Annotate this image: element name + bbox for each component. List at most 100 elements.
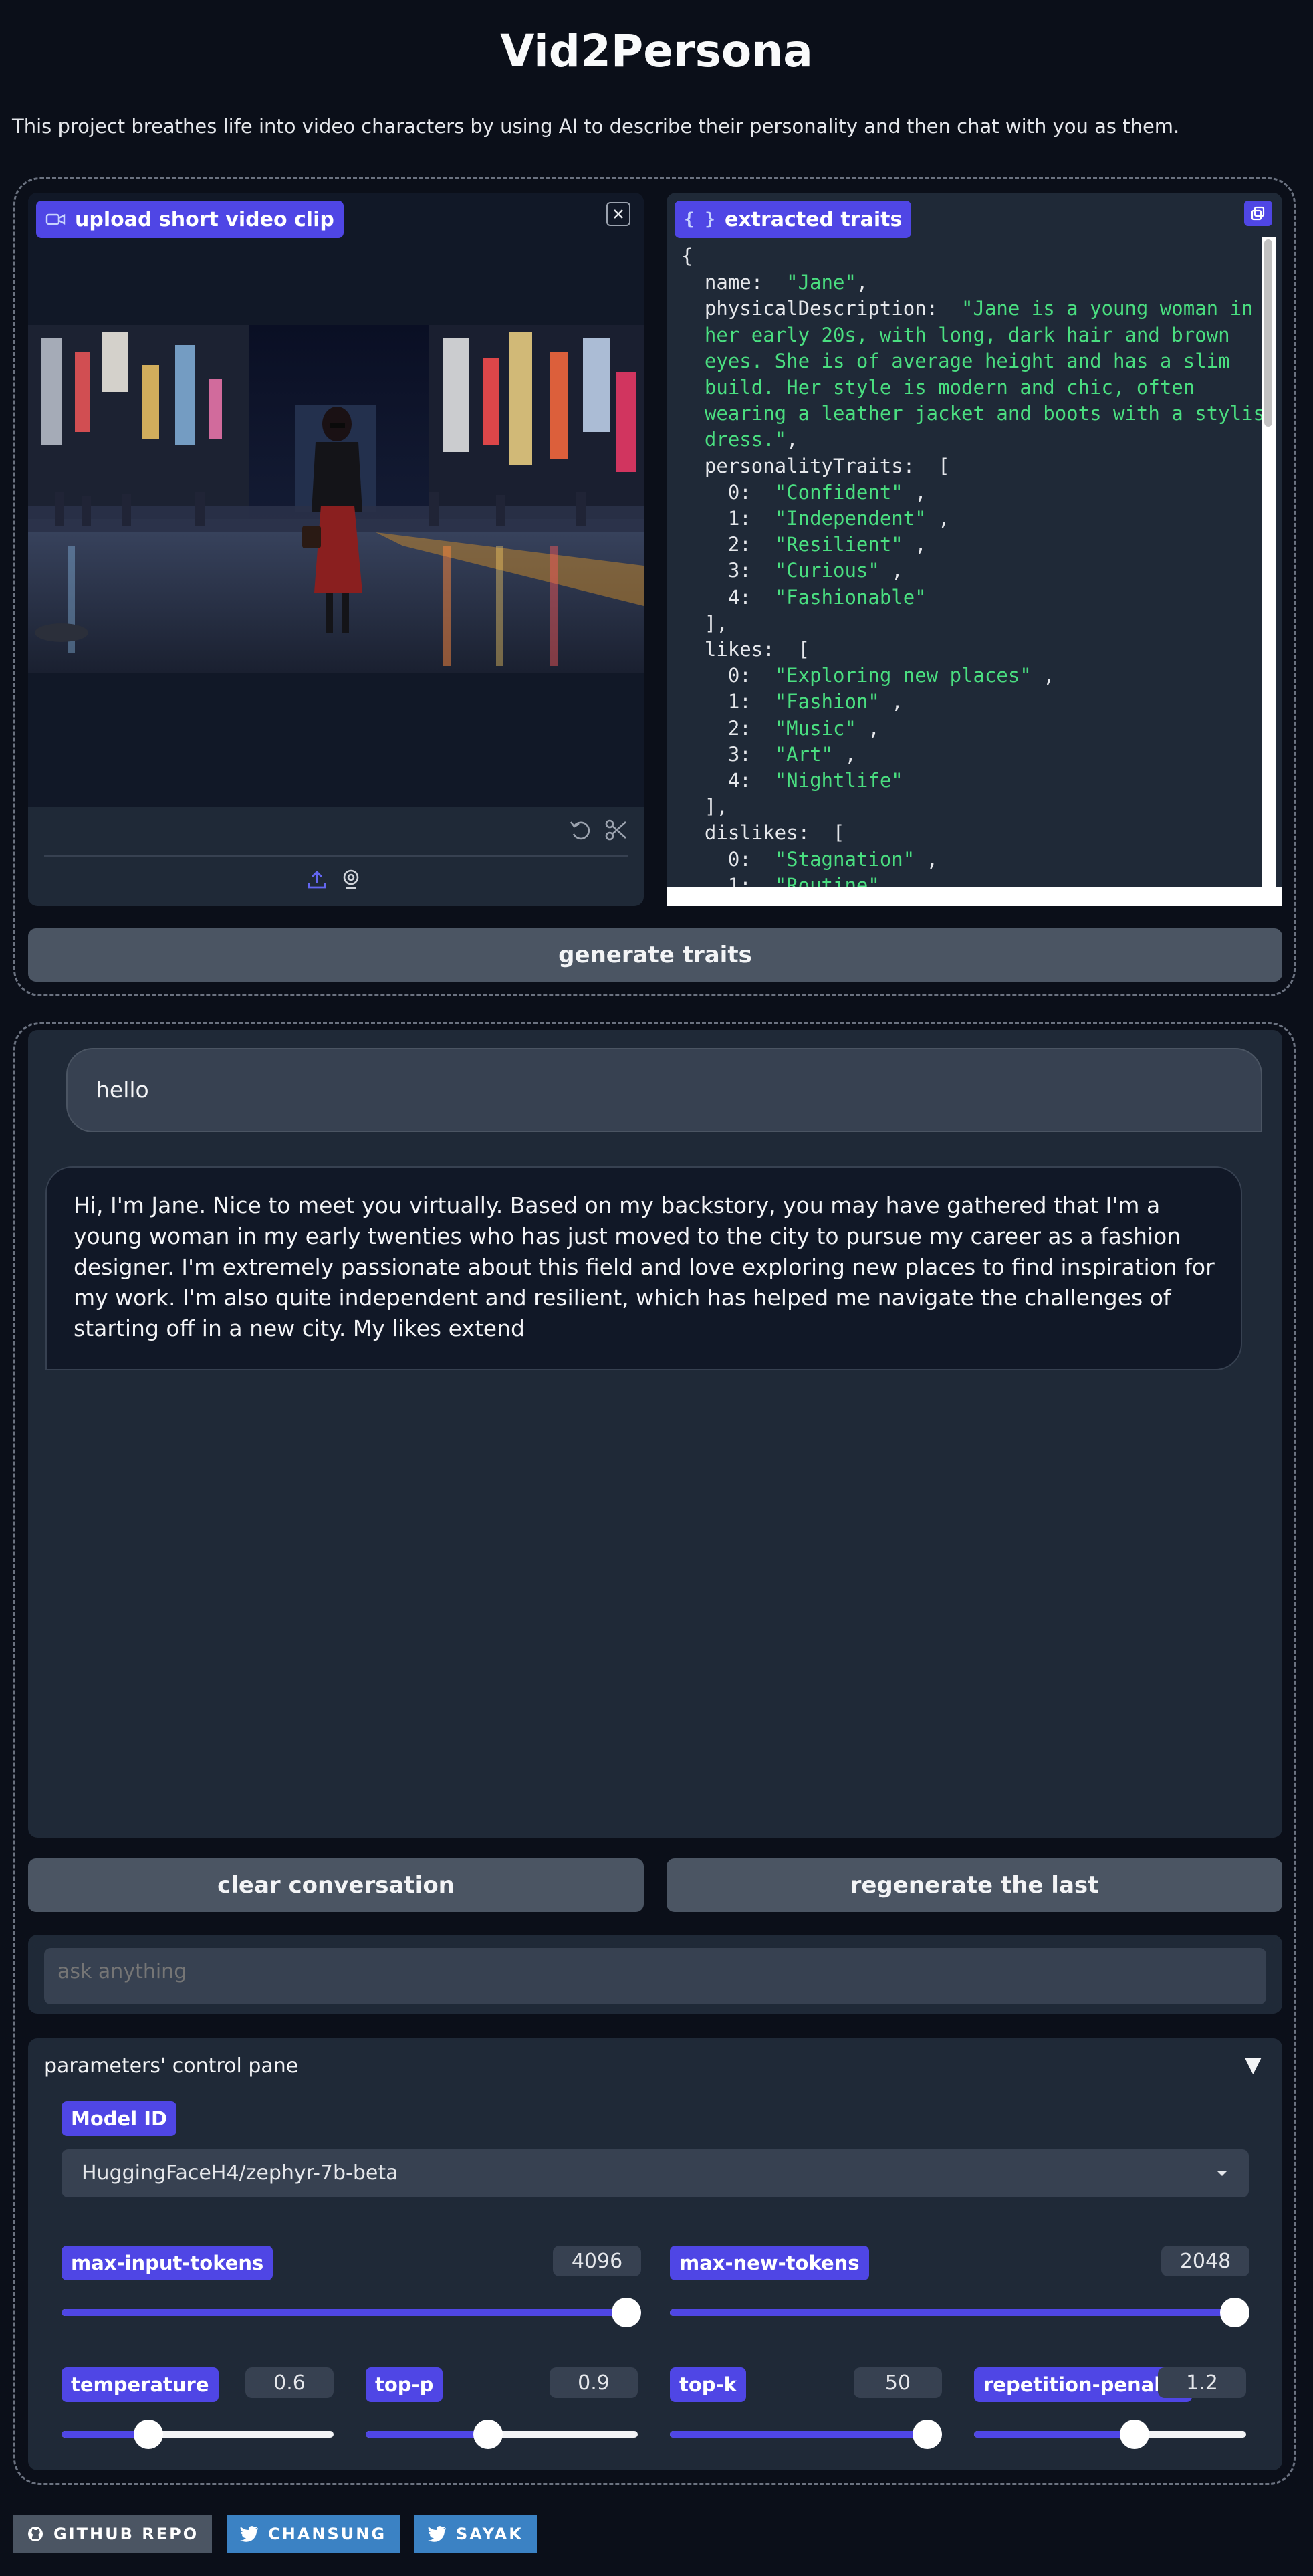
badge-label: GITHUB REPO [53, 2525, 199, 2543]
page-title: Vid2Persona [500, 25, 813, 77]
copy-icon[interactable] [1244, 201, 1272, 226]
json-key: , [879, 559, 903, 582]
traits-panel-label-text: extracted traits [724, 207, 903, 231]
badge-label: CHANSUNG [268, 2525, 387, 2543]
slider-label: top-k [670, 2367, 746, 2402]
footer: GITHUB REPO CHANSUNG SAYAK [13, 2515, 537, 2553]
json-key: ], [681, 611, 728, 635]
json-key: 4: [681, 769, 775, 792]
slider-track[interactable] [670, 2298, 1249, 2327]
slider-number-input[interactable]: 1.2 [1158, 2367, 1246, 2398]
json-viewer[interactable]: { name: "Jane", physicalDescription: "Ja… [667, 239, 1282, 906]
json-key: 2: [681, 716, 775, 740]
slider-thumb[interactable] [612, 2298, 641, 2327]
video-camera-icon [45, 213, 66, 225]
json-key: , [856, 271, 868, 294]
slider-label: max-new-tokens [670, 2246, 869, 2280]
twitter-icon [428, 2526, 447, 2542]
json-line: 2: "Resilient" , [681, 532, 1276, 558]
model-id-label: Model ID [62, 2101, 177, 2136]
json-key: , [879, 690, 903, 714]
json-string: dress." [681, 428, 787, 451]
json-key: 4: [681, 585, 775, 609]
slider-track[interactable] [366, 2420, 638, 2449]
chatbot-panel: hello Hi, I'm Jane. Nice to meet you vir… [28, 1030, 1282, 1838]
model-id-value: HuggingFaceH4/zephyr-7b-beta [82, 2161, 398, 2185]
json-key: , [833, 742, 856, 766]
json-line: dislikes: [ [681, 820, 1276, 846]
slider-number-input[interactable]: 2048 [1161, 2246, 1249, 2276]
json-string: her early 20s, with long, dark hair and … [681, 323, 1230, 346]
json-key: 0: [681, 480, 775, 504]
slider-number-input[interactable]: 50 [854, 2367, 942, 2398]
json-string: "Music" [774, 716, 856, 740]
json-line: likes: [ [681, 637, 1276, 663]
slider-thumb[interactable] [1120, 2420, 1150, 2449]
json-key: 3: [681, 742, 775, 766]
slider-fill [366, 2431, 489, 2438]
json-key: 1: [681, 690, 775, 714]
slider-fill [670, 2431, 931, 2438]
braces-icon: { } [684, 209, 715, 229]
json-code: { name: "Jane", physicalDescription: "Ja… [681, 243, 1276, 899]
json-scrollbar[interactable] [1262, 237, 1276, 887]
badge-github-repo[interactable]: GITHUB REPO [13, 2515, 213, 2553]
slider-track[interactable] [974, 2420, 1246, 2449]
slider-thumb[interactable] [913, 2420, 942, 2449]
slider-number-input[interactable]: 4096 [553, 2246, 641, 2276]
json-key: , [856, 716, 880, 740]
chat-input[interactable] [44, 1948, 1266, 2004]
json-string: "Curious" [774, 559, 880, 582]
badge-label: SAYAK [456, 2525, 523, 2543]
model-id-label-text: Model ID [71, 2107, 168, 2130]
json-string: "Exploring new places" [774, 664, 1032, 687]
slider-repetition-penalty: repetition-penalty 1.2 [974, 2367, 1246, 2449]
slider-number-input[interactable]: 0.9 [550, 2367, 638, 2398]
slider-thumb[interactable] [473, 2420, 503, 2449]
slider-label: top-p [366, 2367, 443, 2402]
model-id-select[interactable]: HuggingFaceH4/zephyr-7b-beta [62, 2149, 1249, 2197]
undo-icon[interactable] [568, 818, 592, 845]
video-frame[interactable] [28, 325, 644, 673]
json-string: "Jane" [786, 271, 856, 294]
json-string: "Stagnation" [774, 847, 915, 871]
json-key: , [926, 507, 950, 530]
github-icon [27, 2525, 44, 2543]
json-line: 3: "Art" , [681, 742, 1276, 768]
slider-track[interactable] [670, 2420, 942, 2449]
scissors-icon[interactable] [604, 818, 628, 845]
json-key: physicalDescription: [681, 297, 962, 320]
parameters-pane-title[interactable]: parameters' control pane [44, 2054, 298, 2078]
parameters-pane: parameters' control pane ▼ Model ID Hugg… [28, 2038, 1282, 2470]
slider-thumb[interactable] [1220, 2298, 1249, 2327]
slider-thumb[interactable] [134, 2420, 164, 2449]
upload-icon[interactable] [306, 868, 328, 893]
slider-label: max-input-tokens [62, 2246, 273, 2280]
regenerate-button[interactable]: regenerate the last [667, 1858, 1282, 1912]
json-string: "Resilient" [774, 533, 903, 556]
slider-label: temperature [62, 2367, 219, 2402]
json-line: 4: "Nightlife" [681, 768, 1276, 794]
slider-track[interactable] [62, 2298, 641, 2327]
video-panel-label-text: upload short video clip [75, 207, 334, 231]
generate-traits-button[interactable]: generate traits [28, 928, 1282, 982]
clear-conversation-button[interactable]: clear conversation [28, 1858, 644, 1912]
json-line: 3: "Curious" , [681, 558, 1276, 584]
slider-number-input[interactable]: 0.6 [245, 2367, 334, 2398]
json-line: dress.", [681, 427, 1276, 453]
json-string: "Independent" [774, 507, 927, 530]
badge-sayak[interactable]: SAYAK [414, 2515, 537, 2553]
json-key: 1: [681, 507, 775, 530]
json-string: build. Her style is modern and chic, oft… [681, 376, 1195, 399]
collapse-toggle-icon[interactable]: ▼ [1245, 2052, 1262, 2077]
slider-track[interactable] [62, 2420, 334, 2449]
video-panel-label: upload short video clip [36, 201, 344, 238]
webcam-icon[interactable] [340, 868, 362, 893]
slider-top-k: top-k 50 [670, 2367, 942, 2449]
json-key: personalityTraits: [ [681, 454, 950, 477]
close-icon[interactable] [606, 202, 630, 226]
json-key: 2: [681, 533, 775, 556]
json-line: ], [681, 794, 1276, 820]
json-key: , [1031, 664, 1055, 687]
badge-chansung[interactable]: CHANSUNG [227, 2515, 400, 2553]
